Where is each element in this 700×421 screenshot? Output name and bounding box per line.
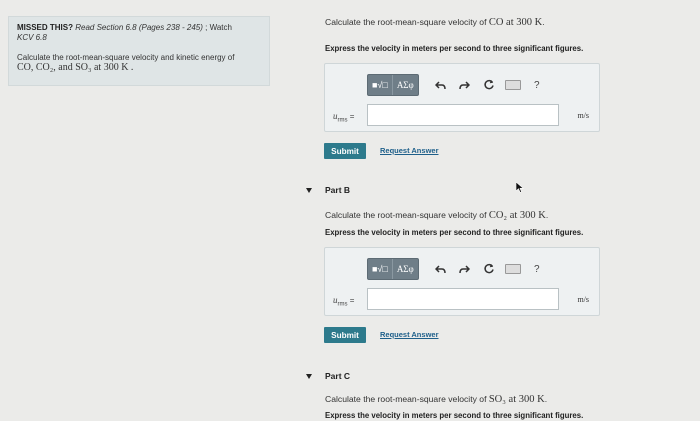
part-a-variable-label: urms = xyxy=(333,111,354,124)
question-text: Calculate the root-mean-square velocity … xyxy=(17,53,261,73)
part-b-instruction: Express the velocity in meters per secon… xyxy=(325,228,584,237)
part-a-toolbar: ■√□ ΑΣφ ? xyxy=(367,74,549,96)
redo-icon[interactable] xyxy=(453,75,477,95)
watch-reference[interactable]: KCV 6.8 xyxy=(17,33,47,42)
templates-button[interactable]: ■√□ xyxy=(368,259,393,279)
part-a-instruction: Express the velocity in meters per secon… xyxy=(325,44,584,53)
part-c-prompt-formula: SO₃ at 300 K xyxy=(488,394,545,405)
question-line-2: CO, CO₂, and SO₃ at 300 K . xyxy=(17,62,134,73)
part-a-template-group: ■√□ ΑΣφ xyxy=(367,74,419,96)
part-c-header[interactable]: Part C xyxy=(306,371,350,381)
part-b-answer-box: ■√□ ΑΣφ ? urms = m/s xyxy=(324,247,600,316)
var-subscript: rms xyxy=(337,301,348,308)
part-b-answer-input[interactable] xyxy=(367,288,559,310)
part-a-unit: m/s xyxy=(577,111,589,120)
part-b-template-group: ■√□ ΑΣφ xyxy=(367,258,419,280)
part-c-instruction: Express the velocity in meters per secon… xyxy=(325,411,584,420)
part-a-answer-box: ■√□ ΑΣφ ? urms = m/s xyxy=(324,63,600,132)
keyboard-icon[interactable] xyxy=(501,259,525,279)
part-a-request-answer-link[interactable]: Request Answer xyxy=(380,146,439,155)
part-b-prompt-period: . xyxy=(545,210,549,220)
part-a-prompt: Calculate the root-mean-square velocity … xyxy=(325,17,545,28)
equals-sign: = xyxy=(349,296,355,305)
part-b-unit: m/s xyxy=(577,295,589,304)
help-button[interactable]: ? xyxy=(525,75,549,95)
templates-button[interactable]: ■√□ xyxy=(368,75,393,95)
part-b-title: Part B xyxy=(325,185,351,195)
part-b-submit-button[interactable]: Submit xyxy=(324,327,366,343)
part-a-prompt-text: Calculate the root-mean-square velocity … xyxy=(325,17,487,27)
reset-icon[interactable] xyxy=(477,259,501,279)
undo-icon[interactable] xyxy=(429,75,453,95)
collapse-caret-icon[interactable] xyxy=(306,373,312,379)
watch-text: ; Watch xyxy=(205,23,232,32)
keyboard-icon[interactable] xyxy=(501,75,525,95)
part-a-prompt-period: . xyxy=(542,17,545,27)
part-b-prompt: Calculate the root-mean-square velocity … xyxy=(325,210,548,221)
part-c-prompt: Calculate the root-mean-square velocity … xyxy=(325,394,547,405)
part-c-prompt-period: . xyxy=(544,394,548,404)
greek-symbols-button[interactable]: ΑΣφ xyxy=(393,75,418,95)
redo-icon[interactable] xyxy=(453,259,477,279)
part-c-title: Part C xyxy=(325,371,351,381)
undo-icon[interactable] xyxy=(429,259,453,279)
mouse-cursor-icon xyxy=(516,182,524,193)
part-a-submit-button[interactable]: Submit xyxy=(324,143,366,159)
greek-symbols-button[interactable]: ΑΣφ xyxy=(393,259,418,279)
collapse-caret-icon[interactable] xyxy=(306,187,312,193)
question-line-1: Calculate the root-mean-square velocity … xyxy=(17,53,235,62)
help-button[interactable]: ? xyxy=(525,259,549,279)
part-c-prompt-text: Calculate the root-mean-square velocity … xyxy=(325,394,487,404)
reset-icon[interactable] xyxy=(477,75,501,95)
part-a-prompt-formula: CO at 300 K xyxy=(488,17,543,28)
part-a-answer-input[interactable] xyxy=(367,104,559,126)
read-section-link[interactable]: Read Section 6.8 xyxy=(75,23,136,32)
missed-label: MISSED THIS? xyxy=(17,23,74,32)
part-b-header[interactable]: Part B xyxy=(306,185,350,195)
part-b-toolbar: ■√□ ΑΣφ ? xyxy=(367,258,549,280)
info-panel: MISSED THIS? Read Section 6.8 (Pages 238… xyxy=(8,16,270,86)
equals-sign: = xyxy=(349,112,355,121)
pages-text: (Pages 238 - 245) xyxy=(138,23,203,32)
part-b-variable-label: urms = xyxy=(333,295,354,308)
part-b-prompt-formula: CO₂ at 300 K xyxy=(488,210,546,221)
part-b-request-answer-link[interactable]: Request Answer xyxy=(380,330,439,339)
reading-reference: MISSED THIS? Read Section 6.8 (Pages 238… xyxy=(17,23,261,43)
part-b-prompt-text: Calculate the root-mean-square velocity … xyxy=(325,210,487,220)
var-subscript: rms xyxy=(337,117,348,124)
